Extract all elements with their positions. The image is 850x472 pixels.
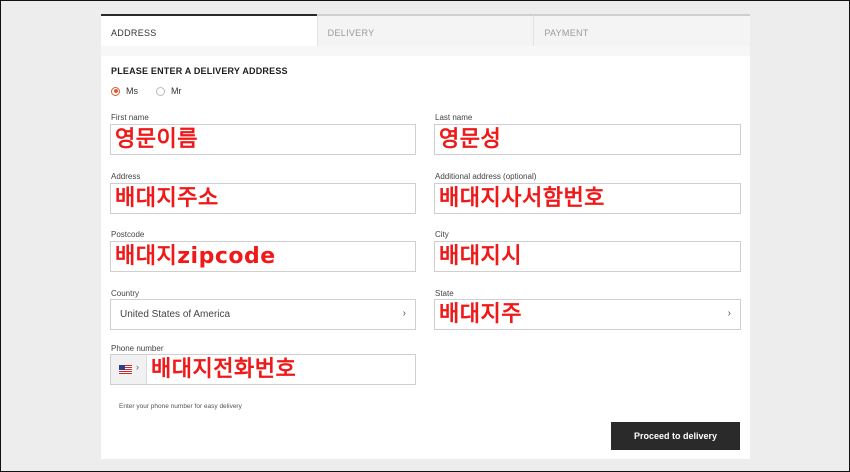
radio-ms-label[interactable]: Ms bbox=[126, 86, 138, 96]
state-select[interactable]: 배대지주 › bbox=[434, 299, 741, 330]
chevron-right-icon: › bbox=[402, 308, 406, 319]
address-value: 배대지주소 bbox=[115, 186, 219, 211]
postcode-label: Postcode bbox=[111, 230, 145, 239]
first-name-label: First name bbox=[111, 113, 149, 122]
state-label: State bbox=[435, 289, 454, 298]
checkout-steps: ADDRESS DELIVERY PAYMENT bbox=[101, 14, 751, 46]
tab-divider bbox=[101, 46, 750, 56]
last-name-field[interactable]: 영문성 bbox=[434, 124, 741, 155]
first-name-field[interactable]: 영문이름 bbox=[110, 124, 416, 155]
radio-mr-label[interactable]: Mr bbox=[171, 86, 182, 96]
salutation-group: Ms Mr bbox=[111, 86, 200, 96]
proceed-to-delivery-button[interactable]: Proceed to delivery bbox=[611, 422, 740, 450]
phone-value: 배대지전화번호 bbox=[151, 357, 297, 382]
us-flag-icon bbox=[119, 365, 132, 374]
country-select[interactable]: United States of America › bbox=[110, 299, 416, 330]
address-field[interactable]: 배대지주소 bbox=[110, 183, 416, 214]
phone-label: Phone number bbox=[111, 344, 164, 353]
chevron-right-icon: › bbox=[136, 362, 139, 372]
country-label: Country bbox=[111, 289, 140, 298]
checkout-card: ADDRESS DELIVERY PAYMENT PLEASE ENTER A … bbox=[101, 14, 751, 459]
form-heading: PLEASE ENTER A DELIVERY ADDRESS bbox=[111, 66, 288, 76]
state-value: 배대지주 bbox=[439, 302, 522, 327]
tab-payment[interactable]: PAYMENT bbox=[533, 14, 751, 46]
city-label: City bbox=[435, 230, 449, 239]
postcode-field[interactable]: 배대지zipcode bbox=[110, 241, 416, 272]
address-label: Address bbox=[111, 172, 141, 181]
additional-address-value: 배대지사서함번호 bbox=[439, 186, 605, 211]
first-name-value: 영문이름 bbox=[115, 127, 198, 152]
tab-delivery[interactable]: DELIVERY bbox=[316, 14, 534, 46]
country-value: United States of America bbox=[120, 309, 231, 320]
radio-ms[interactable] bbox=[111, 86, 120, 96]
city-value: 배대지시 bbox=[439, 244, 522, 269]
phone-field[interactable]: › 배대지전화번호 bbox=[110, 354, 416, 385]
radio-mr[interactable] bbox=[156, 86, 165, 96]
city-field[interactable]: 배대지시 bbox=[434, 241, 741, 272]
last-name-label: Last name bbox=[435, 113, 473, 122]
additional-address-label: Additional address (optional) bbox=[435, 172, 537, 181]
last-name-value: 영문성 bbox=[439, 127, 502, 152]
country-code-picker[interactable]: › bbox=[111, 355, 147, 384]
postcode-value: 배대지zipcode bbox=[115, 244, 276, 269]
chevron-right-icon: › bbox=[727, 308, 731, 319]
phone-hint: Enter your phone number for easy deliver… bbox=[119, 403, 242, 410]
tab-address[interactable]: ADDRESS bbox=[101, 14, 317, 46]
additional-address-field[interactable]: 배대지사서함번호 bbox=[434, 183, 741, 214]
